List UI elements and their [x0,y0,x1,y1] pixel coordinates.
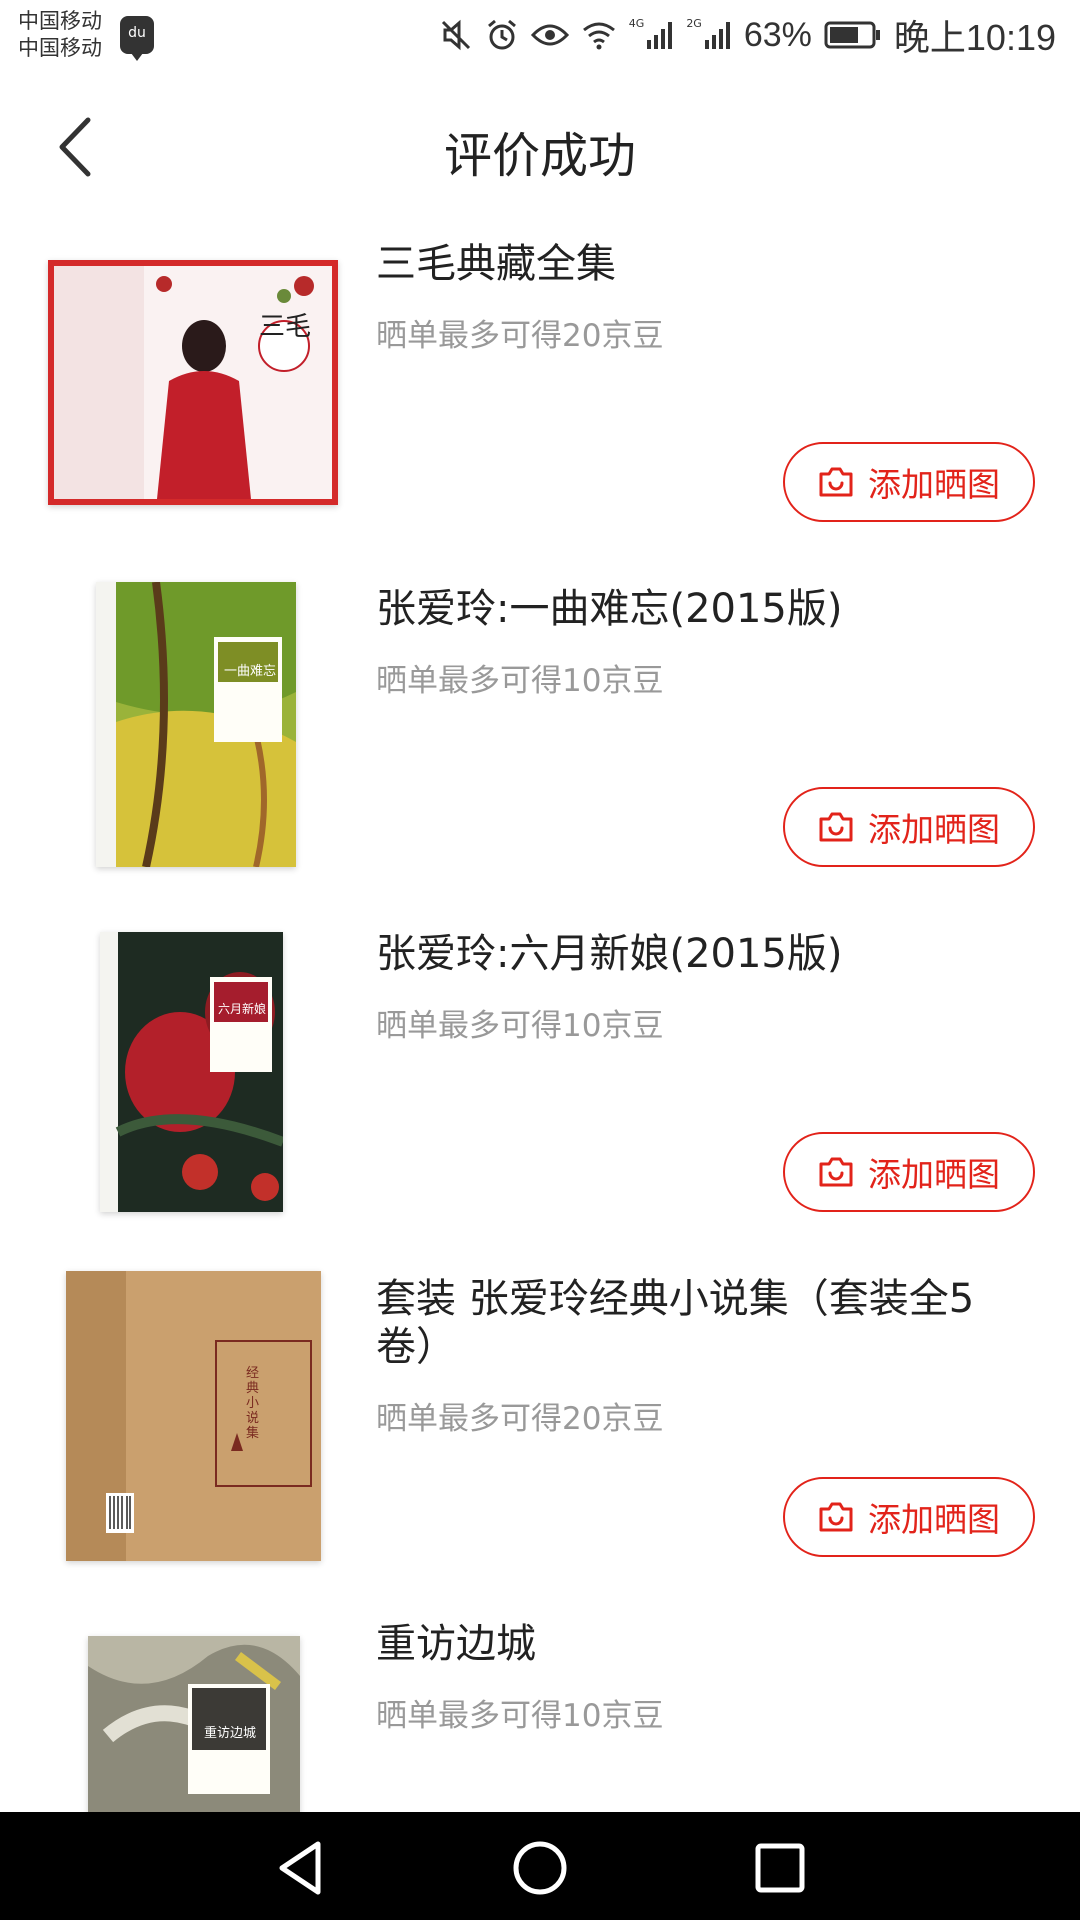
system-navigation-bar [0,1812,1080,1920]
mute-icon [441,19,470,51]
bean-reward-hint: 晒单最多可得20京豆 [376,1401,664,1437]
product-title[interactable]: 套装 张爱玲经典小说集（套装全5卷） [376,1275,1016,1371]
alarm-icon [487,19,516,50]
clock: 晚上10:19 [893,17,1056,58]
product-title[interactable]: 张爱玲:一曲难忘(2015版) [376,585,1016,633]
network-type-1: 4G [628,16,645,30]
add-photo-button[interactable]: 添加晒图 [783,1132,1035,1212]
status-bar: 中国移动 中国移动 du 4G 2G 63% 晚上10:19 [0,0,1080,72]
camera-icon [819,467,853,497]
cover-title: 重访边城 [204,1726,257,1741]
eye-icon [530,24,569,46]
add-photo-label: 添加晒图 [868,810,1000,849]
signal-icon-2 [704,22,730,49]
bean-reward-hint: 晒单最多可得10京豆 [376,663,664,699]
nav-recents-icon[interactable] [748,1836,812,1900]
add-photo-button[interactable]: 添加晒图 [783,442,1035,522]
product-cover-image[interactable]: 经典小说集 [66,1271,321,1561]
carrier-1: 中国移动 [18,9,102,33]
bean-reward-hint: 晒单最多可得20京豆 [376,318,664,354]
battery-icon [824,21,880,49]
add-photo-label: 添加晒图 [868,465,1000,504]
bean-reward-hint: 晒单最多可得10京豆 [376,1008,664,1044]
product-cover-image[interactable]: 重访边城 [88,1636,300,1812]
battery-percent: 63% [743,15,812,54]
status-icons: 4G 2G 63% 晚上10:19 [439,10,1056,60]
list-item: 重访边城 重访边城 晒单最多可得10京豆 [0,1602,1080,1812]
add-photo-label: 添加晒图 [868,1155,1000,1194]
add-photo-button[interactable]: 添加晒图 [783,1477,1035,1557]
product-title[interactable]: 三毛典藏全集 [376,240,1016,288]
bean-reward-hint: 晒单最多可得10京豆 [376,1698,664,1734]
cover-title: 六月新娘 [218,1002,267,1016]
add-photo-button[interactable]: 添加晒图 [783,787,1035,867]
list-item: 六月新娘 张爱玲:六月新娘(2015版) 晒单最多可得10京豆 添加晒图 [0,912,1080,1242]
camera-icon [819,1502,853,1532]
page-header: 评价成功 [0,72,1080,222]
product-cover-image[interactable]: 一曲难忘 [96,582,296,867]
list-item: 三毛 三毛典藏全集 晒单最多可得20京豆 添加晒图 [0,222,1080,552]
page-title: 评价成功 [443,128,636,184]
product-cover-image[interactable]: 三毛 [48,260,338,505]
add-photo-label: 添加晒图 [868,1500,1000,1539]
cover-title: 三毛 [259,312,312,342]
product-title[interactable]: 重访边城 [376,1620,1016,1668]
cover-title: 一曲难忘 [224,664,277,679]
list-item: 一曲难忘 张爱玲:一曲难忘(2015版) 晒单最多可得10京豆 添加晒图 [0,567,1080,897]
product-title[interactable]: 张爱玲:六月新娘(2015版) [376,930,1016,978]
camera-icon [819,812,853,842]
cover-title: 经典小说集 [246,1366,260,1441]
du-notification-icon: du [120,16,154,61]
camera-icon [819,1157,853,1187]
signal-icon-1 [647,22,673,49]
list-item: 经典小说集 套装 张爱玲经典小说集（套装全5卷） 晒单最多可得20京豆 添加晒图 [0,1257,1080,1587]
nav-home-icon[interactable] [508,1836,572,1900]
nav-back-icon[interactable] [268,1836,332,1900]
product-cover-image[interactable]: 六月新娘 [100,932,283,1212]
network-type-2: 2G [686,16,702,30]
carrier-labels: 中国移动 中国移动 [18,8,102,62]
carrier-2: 中国移动 [18,36,102,60]
wifi-icon [582,22,615,50]
